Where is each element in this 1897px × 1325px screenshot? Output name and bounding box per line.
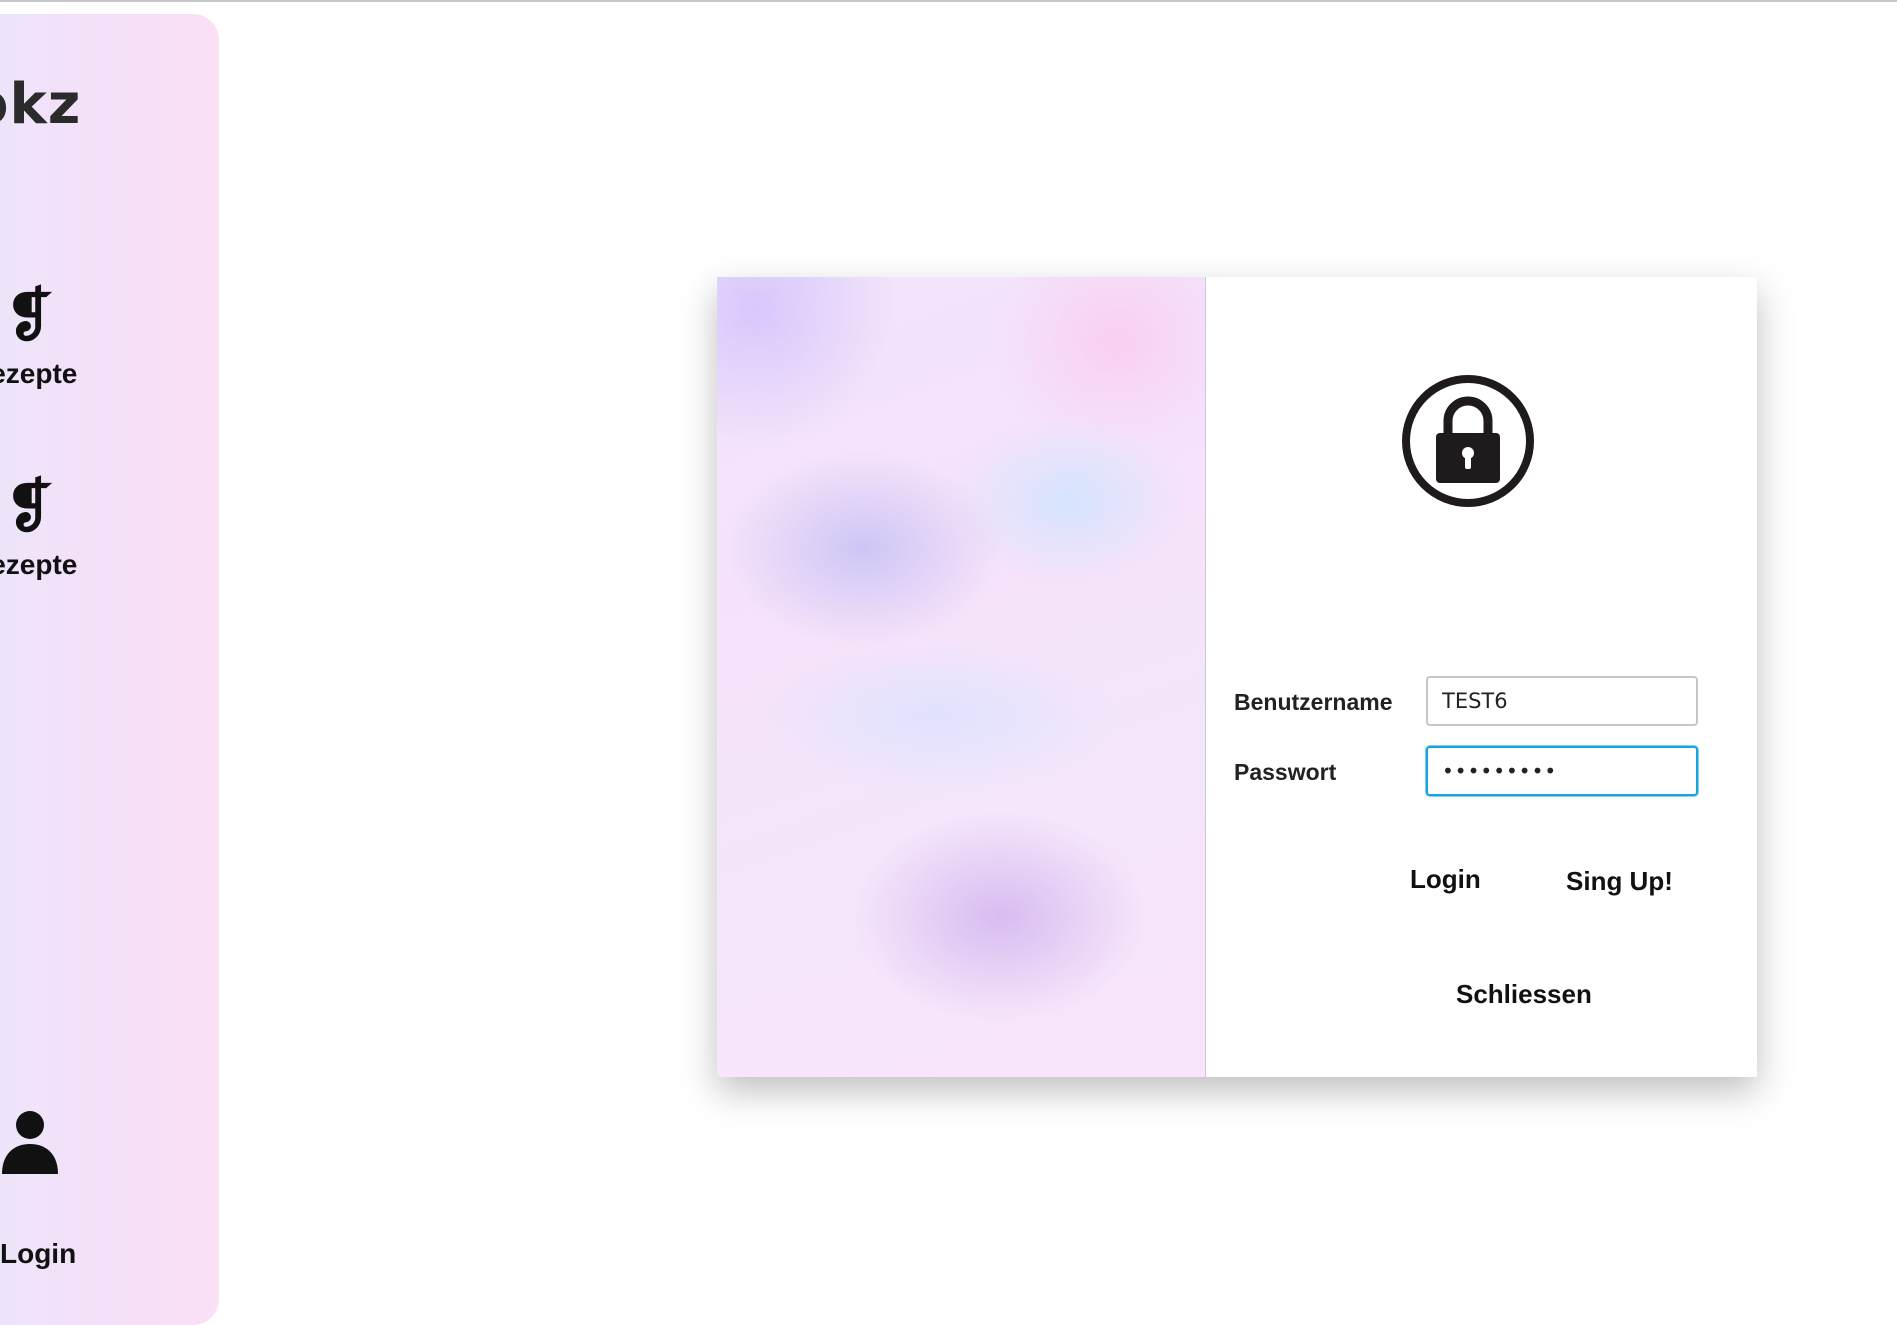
user-icon — [2, 1111, 58, 1174]
username-field[interactable] — [1426, 676, 1698, 726]
close-button[interactable]: Schliessen — [1456, 979, 1592, 1010]
lock-icon — [1402, 375, 1534, 507]
sidebar-item-label: Rezepte — [0, 358, 78, 389]
sidebar: okz ❡ Rezepte ❡ Rezepte Login — [0, 14, 219, 1325]
password-label: Passwort — [1234, 759, 1337, 785]
signup-button[interactable]: Sing Up! — [1566, 866, 1673, 897]
login-button[interactable]: Login — [1410, 864, 1481, 895]
password-field[interactable] — [1426, 746, 1698, 796]
login-form: Benutzername Passwort Login Sing Up! Sch… — [1206, 277, 1757, 1077]
sidebar-item-label: Login — [0, 1238, 77, 1269]
login-dialog: Benutzername Passwort Login Sing Up! Sch… — [717, 277, 1757, 1077]
username-label: Benutzername — [1234, 689, 1393, 715]
sidebar-item-label: Rezepte — [0, 549, 78, 580]
window-top-border — [0, 0, 1897, 2]
sidebar-item-login[interactable]: Login — [0, 1110, 130, 1270]
brand-title: okz — [0, 72, 82, 137]
pilcrow-icon: ❡ — [5, 281, 54, 349]
decorative-gradient-panel — [717, 277, 1206, 1077]
pilcrow-icon: ❡ — [5, 472, 54, 540]
